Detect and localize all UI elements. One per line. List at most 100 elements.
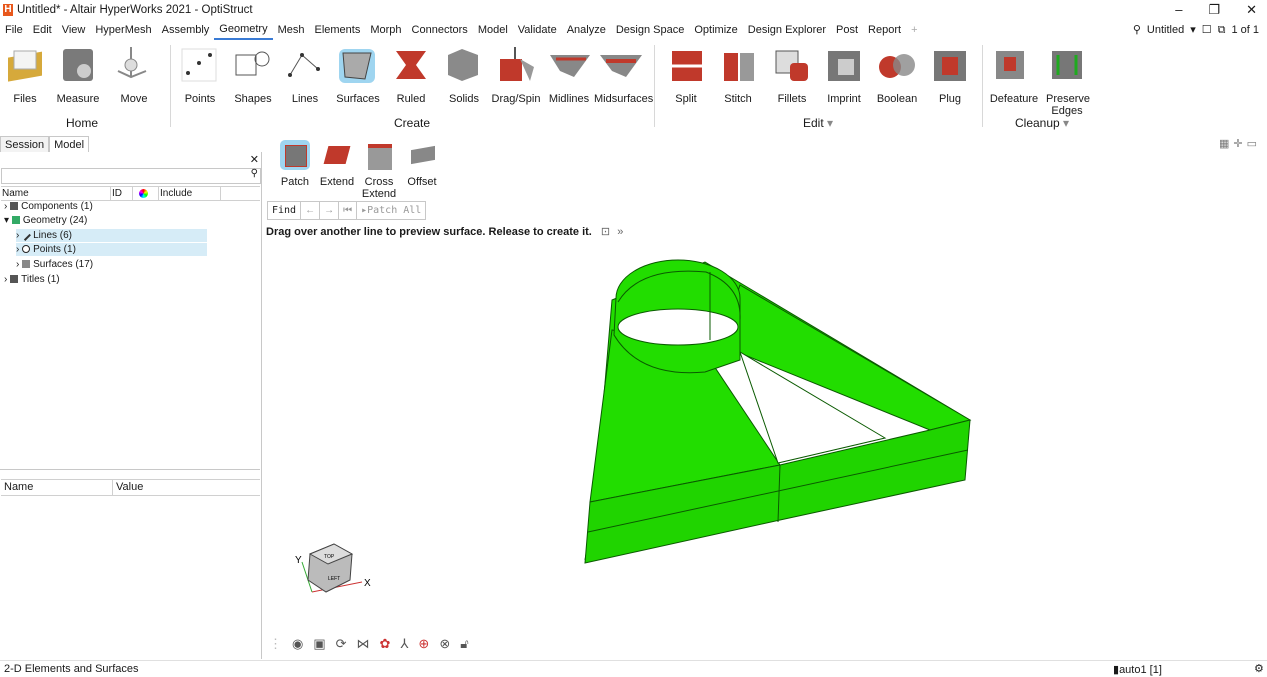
tree-item-titles[interactable]: › Titles (1)	[4, 273, 60, 286]
settings-icon[interactable]: ⚙	[1254, 662, 1264, 675]
close-button[interactable]: ✕	[1246, 2, 1257, 18]
prev-arrow-icon[interactable]: ←	[301, 202, 321, 219]
menu-optimize[interactable]: Optimize	[689, 21, 742, 39]
fillets-button[interactable]: Fillets	[764, 45, 820, 105]
files-button[interactable]: Files	[0, 45, 53, 105]
view-cube-small-icon[interactable]: ▣	[313, 636, 325, 652]
tab-model[interactable]: Model	[49, 136, 90, 152]
menu-design-explorer[interactable]: Design Explorer	[743, 21, 831, 39]
expand-icon[interactable]: »	[617, 226, 623, 238]
maximize-icon[interactable]: ▭	[1247, 137, 1257, 150]
menu-design-space[interactable]: Design Space	[611, 21, 690, 39]
menu-geometry[interactable]: Geometry	[214, 20, 273, 40]
stitch-button[interactable]: Stitch	[710, 45, 766, 105]
tree-item-geometry[interactable]: ▾ Geometry (24)	[4, 214, 87, 227]
tree-item-components[interactable]: › Components (1)	[4, 200, 93, 213]
measure-button[interactable]: Measure	[50, 45, 106, 105]
menu-mesh[interactable]: Mesh	[273, 21, 310, 39]
offset-button[interactable]: Offset	[400, 140, 444, 188]
layout-icon[interactable]: ▦	[1219, 137, 1229, 150]
menu-analyze[interactable]: Analyze	[562, 21, 611, 39]
ribbon-separator	[654, 45, 655, 127]
midsurfaces-button[interactable]: Midsurfaces	[594, 45, 653, 105]
view-eye-icon[interactable]: ◉	[292, 636, 303, 652]
preserve-edges-button[interactable]: Preserve Edges	[1039, 45, 1095, 117]
tree-item-lines[interactable]: › Lines (6)	[16, 229, 207, 242]
menu-post[interactable]: Post	[831, 21, 863, 39]
surfaces-button[interactable]: Surfaces	[330, 45, 386, 105]
minimize-button[interactable]: –	[1175, 2, 1182, 18]
browser-search-input[interactable]: ⚲	[1, 168, 261, 184]
lines-button[interactable]: Lines	[277, 45, 333, 105]
rotate-icon[interactable]: ⟳	[336, 636, 347, 652]
menu-assembly[interactable]: Assembly	[157, 21, 215, 39]
hint-text: Drag over another line to preview surfac…	[266, 226, 624, 238]
drag-spin-button[interactable]: Drag/Spin	[488, 45, 544, 105]
color-icon[interactable]: ✿	[380, 636, 391, 652]
lines-icon	[21, 231, 32, 241]
page-icon[interactable]: ⧉	[1218, 21, 1226, 39]
column-name[interactable]: Name	[1, 187, 111, 200]
group-home-label: Home	[66, 116, 99, 130]
menu-view[interactable]: View	[57, 21, 91, 39]
next-arrow-icon[interactable]: →	[320, 202, 340, 219]
tree-item-surfaces[interactable]: › Surfaces (17)	[16, 258, 93, 271]
menu-morph[interactable]: Morph	[365, 21, 406, 39]
video-icon[interactable]: ⊡	[601, 226, 610, 238]
split-button[interactable]: Split	[658, 45, 714, 105]
model-viewport[interactable]	[560, 250, 990, 580]
zoom-icon[interactable]: ⊕	[418, 636, 429, 652]
first-icon[interactable]: ⏮	[339, 202, 358, 219]
imprint-button[interactable]: Imprint	[816, 45, 872, 105]
find-button[interactable]: Find	[268, 202, 302, 219]
prop-column-name: Name	[1, 480, 113, 495]
boolean-button[interactable]: Boolean	[869, 45, 925, 105]
points-button[interactable]: Points	[172, 45, 228, 105]
menu-edit[interactable]: Edit	[28, 21, 57, 39]
solids-button[interactable]: Solids	[436, 45, 492, 105]
axis-icon[interactable]: ⅄	[400, 636, 408, 652]
cross-extend-button[interactable]: Cross Extend	[357, 140, 401, 200]
add-ribbon-button[interactable]: +	[906, 21, 922, 39]
group-edit-label[interactable]: Edit ▾	[803, 116, 833, 130]
menu-report[interactable]: Report	[863, 21, 906, 39]
status-component[interactable]: ▮auto1 [1]	[1113, 663, 1162, 676]
page-indicator[interactable]: 1 of 1	[1231, 21, 1259, 39]
search-icon[interactable]: ⚲	[1133, 21, 1141, 39]
property-header: Name Value	[1, 479, 260, 496]
display-icon[interactable]: ⊗	[439, 636, 450, 652]
section-icon[interactable]: ⋈	[357, 636, 370, 652]
chevron-down-icon: ▾	[827, 116, 834, 130]
tree-item-points[interactable]: › Points (1)	[16, 243, 207, 256]
column-id[interactable]: ID	[111, 187, 133, 200]
session-dropdown[interactable]: Untitled	[1147, 21, 1184, 39]
plug-button[interactable]: Plug	[922, 45, 978, 105]
menu-validate[interactable]: Validate	[513, 21, 562, 39]
menu-model[interactable]: Model	[473, 21, 513, 39]
group-cleanup-label[interactable]: Cleanup ▾	[1015, 116, 1069, 130]
pan-icon[interactable]: ✛	[1233, 137, 1242, 150]
close-icon[interactable]: ✕	[250, 153, 259, 166]
patch-all-button[interactable]: ▸Patch All	[357, 202, 425, 219]
panel-splitter[interactable]	[0, 469, 260, 470]
patch-button[interactable]: Patch	[273, 140, 317, 188]
defeature-button[interactable]: Defeature	[986, 45, 1042, 105]
menu-connectors[interactable]: Connectors	[407, 21, 473, 39]
restore-button[interactable]: ❐	[1208, 2, 1220, 18]
column-include[interactable]: Include	[159, 187, 221, 200]
column-color[interactable]	[133, 187, 159, 200]
midlines-button[interactable]: Midlines	[541, 45, 597, 105]
menu-elements[interactable]: Elements	[310, 21, 366, 39]
group-create-label: Create	[394, 116, 431, 130]
view-triad[interactable]: TOP LEFT Y X	[290, 540, 380, 602]
shapes-button[interactable]: Shapes	[225, 45, 281, 105]
chevron-down-icon[interactable]: ▾	[1190, 21, 1196, 39]
extend-button[interactable]: Extend	[315, 140, 359, 188]
ruled-button[interactable]: Ruled	[383, 45, 439, 105]
menu-hypermesh[interactable]: HyperMesh	[90, 21, 156, 39]
lock-icon[interactable]: 🔓︎	[460, 636, 468, 652]
menu-file[interactable]: File	[0, 21, 28, 39]
move-button[interactable]: Move	[106, 45, 162, 105]
tab-session[interactable]: Session	[0, 136, 50, 152]
window-icon[interactable]: ☐	[1202, 21, 1212, 39]
